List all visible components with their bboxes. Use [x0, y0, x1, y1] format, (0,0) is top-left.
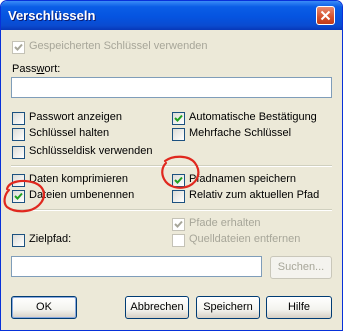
relative-path-label: Relativ zum aktuellen Pfad [189, 189, 320, 201]
auto-confirm-checkbox[interactable] [172, 112, 185, 125]
title-bar[interactable]: Verschlüsseln [1, 1, 342, 30]
remove-source-label: Quelldateien entfernen [189, 233, 301, 245]
target-path-input[interactable] [11, 256, 262, 277]
hold-key-checkbox[interactable] [12, 128, 25, 141]
show-password-label: Passwort anzeigen [29, 111, 122, 123]
use-keydisk-checkbox[interactable] [12, 146, 25, 159]
ok-button[interactable]: OK [11, 296, 77, 319]
hold-key-label: Schlüssel halten [29, 127, 110, 139]
remove-source-checkbox[interactable] [172, 234, 185, 247]
annotation-circle-left [3, 179, 45, 213]
save-pathnames-label: Pfadnamen speichern [189, 173, 297, 185]
multiple-keys-checkbox[interactable] [172, 128, 185, 141]
close-icon [320, 10, 331, 21]
help-button[interactable]: Hilfe [266, 296, 332, 319]
cancel-button[interactable]: Abbrechen [125, 296, 189, 319]
target-path-checkbox[interactable] [12, 234, 25, 247]
auto-confirm-label: Automatische Bestätigung [189, 111, 317, 123]
dialog-title: Verschlüsseln [8, 8, 96, 23]
password-input[interactable] [11, 77, 332, 98]
use-saved-key-checkbox[interactable] [12, 41, 25, 54]
save-button[interactable]: Speichern [196, 296, 260, 319]
encrypt-dialog: Verschlüsseln Gespeicherten Schlüssel ve… [0, 0, 343, 331]
annotation-circle-right [161, 155, 200, 189]
keep-paths-checkbox[interactable] [172, 218, 185, 231]
use-keydisk-label: Schlüsseldisk verwenden [29, 145, 153, 157]
separator [11, 209, 332, 211]
checkmark-icon [174, 220, 183, 228]
search-button[interactable]: Suchen... [270, 256, 332, 279]
password-label: Passwort: [12, 63, 61, 75]
checkmark-icon [14, 43, 23, 51]
checkmark-icon [174, 114, 183, 122]
close-button[interactable] [316, 6, 335, 25]
target-path-label: Zielpfad: [29, 233, 72, 245]
show-password-checkbox[interactable] [12, 112, 25, 125]
keep-paths-label: Pfade erhalten [189, 217, 261, 229]
use-saved-key-label: Gespeicherten Schlüssel verwenden [29, 40, 208, 52]
multiple-keys-label: Mehrfache Schlüssel [189, 127, 292, 139]
